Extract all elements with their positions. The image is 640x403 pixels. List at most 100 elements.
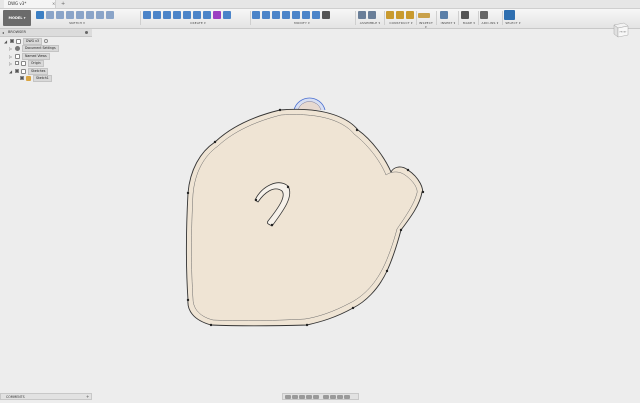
workspace-switcher-button[interactable]: MODEL ▾: [3, 10, 31, 26]
assemble-group[interactable]: ASSEMBLE ▾: [358, 10, 382, 27]
close-tab-icon[interactable]: ×: [52, 0, 55, 8]
comments-panel[interactable]: COMMENTS +: [0, 393, 92, 400]
navigation-bar: [282, 393, 359, 400]
arc-icon[interactable]: [66, 11, 74, 19]
tree-item-label: Document Settings: [22, 44, 59, 52]
extrude-icon[interactable]: [143, 11, 151, 19]
visibility-toggle[interactable]: [15, 69, 19, 73]
select-group-label: SELECT ▾: [505, 21, 521, 25]
tree-item-label: Sketch1: [33, 74, 52, 82]
visibility-toggle[interactable]: [10, 39, 14, 43]
expand-triangle-icon[interactable]: ▷: [9, 46, 13, 51]
hole-icon[interactable]: [193, 11, 201, 19]
assemble-group-label: ASSEMBLE ▾: [359, 21, 381, 25]
toolbar-divider: [502, 11, 503, 25]
chamfer-icon[interactable]: [272, 11, 280, 19]
component-icon: [16, 38, 21, 44]
select-group[interactable]: SELECT ▾: [504, 10, 522, 27]
fillet-icon[interactable]: [262, 11, 270, 19]
create-group[interactable]: CREATE ▾: [143, 10, 253, 27]
tree-item-sketch1[interactable]: Sketch1: [20, 74, 52, 82]
display-settings-icon[interactable]: [323, 395, 329, 399]
revolve-icon[interactable]: [153, 11, 161, 19]
scripts-icon[interactable]: [480, 11, 488, 19]
inspect-group[interactable]: INSPECT ▾: [418, 10, 434, 29]
look-at-icon[interactable]: [292, 395, 298, 399]
expand-triangle-icon[interactable]: ▷: [9, 54, 13, 59]
plane-angle-icon[interactable]: [396, 11, 404, 19]
joint-icon[interactable]: [358, 11, 366, 19]
toolbar-divider: [458, 11, 459, 25]
trim-icon[interactable]: [76, 11, 84, 19]
viewports-icon[interactable]: [337, 395, 343, 399]
loft-icon[interactable]: [173, 11, 181, 19]
title-bar: DWG v3* × +: [0, 0, 640, 9]
viewcube[interactable]: FRONT: [610, 18, 630, 38]
browser-header[interactable]: ◂ BROWSER: [0, 29, 92, 37]
pin-icon[interactable]: [85, 31, 88, 34]
insert-group[interactable]: INSERT ▾: [440, 10, 456, 27]
rigid-group-icon[interactable]: [368, 11, 376, 19]
visibility-toggle[interactable]: [15, 61, 19, 65]
sketch-group[interactable]: SKETCH ▾: [36, 10, 118, 27]
box-icon[interactable]: [213, 11, 221, 19]
gear-icon: [15, 45, 20, 51]
dimension-icon[interactable]: [106, 11, 114, 19]
add-comment-icon[interactable]: +: [86, 394, 89, 400]
3d-print-icon[interactable]: [461, 11, 469, 19]
combine-icon[interactable]: [312, 11, 320, 19]
sketch-slot: [254, 182, 291, 227]
sweep-icon[interactable]: [163, 11, 171, 19]
tree-item-root[interactable]: ◢ DWG v3: [4, 37, 49, 45]
expand-triangle-icon[interactable]: ▷: [9, 61, 13, 66]
insert-image-icon[interactable]: [440, 11, 448, 19]
collapse-triangle-icon[interactable]: ◢: [9, 69, 13, 74]
add-tab-icon[interactable]: +: [61, 0, 65, 8]
toolbar-divider: [250, 11, 251, 25]
sketch-group-label: SKETCH ▾: [69, 21, 85, 25]
fit-icon[interactable]: [313, 395, 319, 399]
tree-item-named-views[interactable]: ▷ Named Views: [9, 52, 50, 60]
sketch-point: [305, 323, 309, 327]
zoom-icon[interactable]: [306, 395, 312, 399]
modify-group[interactable]: MODIFY ▾: [252, 10, 352, 27]
pattern-icon[interactable]: [223, 11, 231, 19]
collapse-triangle-icon[interactable]: ◢: [4, 39, 8, 44]
select-icon[interactable]: [504, 10, 515, 20]
orbit-icon[interactable]: [285, 395, 291, 399]
tree-item-document-settings[interactable]: ▷ Document Settings: [9, 44, 59, 52]
pan-icon[interactable]: [299, 395, 305, 399]
scale-icon[interactable]: [302, 11, 310, 19]
browser-title: BROWSER: [8, 30, 26, 34]
folder-icon: [15, 53, 20, 59]
grid-settings-icon[interactable]: [330, 395, 336, 399]
tree-item-origin[interactable]: ▷ Origin: [9, 59, 44, 67]
view-mode-icon[interactable]: [344, 395, 350, 399]
visibility-toggle[interactable]: [20, 76, 24, 80]
draft-icon[interactable]: [292, 11, 300, 19]
shell-icon[interactable]: [282, 11, 290, 19]
construct-group-label: CONSTRUCT ▾: [389, 21, 413, 25]
toolbar-divider: [416, 11, 417, 25]
offset-plane-icon[interactable]: [386, 11, 394, 19]
browser-collapse-icon[interactable]: ◂: [2, 29, 4, 36]
measure-icon[interactable]: [418, 13, 430, 18]
new-sketch-icon[interactable]: [36, 11, 44, 19]
document-tab[interactable]: DWG v3* ×: [4, 0, 56, 8]
sketch-canvas[interactable]: [0, 0, 640, 403]
thread-icon[interactable]: [203, 11, 211, 19]
add-ins-group[interactable]: ADD-INS ▾: [480, 10, 500, 27]
sketch-point: [406, 168, 410, 172]
construct-group[interactable]: CONSTRUCT ▾: [386, 10, 416, 27]
tree-item-sketches[interactable]: ◢ Sketches: [9, 67, 49, 75]
offset-icon[interactable]: [86, 11, 94, 19]
axis-icon[interactable]: [406, 11, 414, 19]
move-icon[interactable]: [322, 11, 330, 19]
mirror-icon[interactable]: [96, 11, 104, 19]
press-pull-icon[interactable]: [252, 11, 260, 19]
spline-icon[interactable]: [56, 11, 64, 19]
line-icon[interactable]: [46, 11, 54, 19]
rib-icon[interactable]: [183, 11, 191, 19]
viewcube-face-label: FRONT: [620, 32, 628, 34]
make-group[interactable]: MAKE ▾: [461, 10, 477, 27]
